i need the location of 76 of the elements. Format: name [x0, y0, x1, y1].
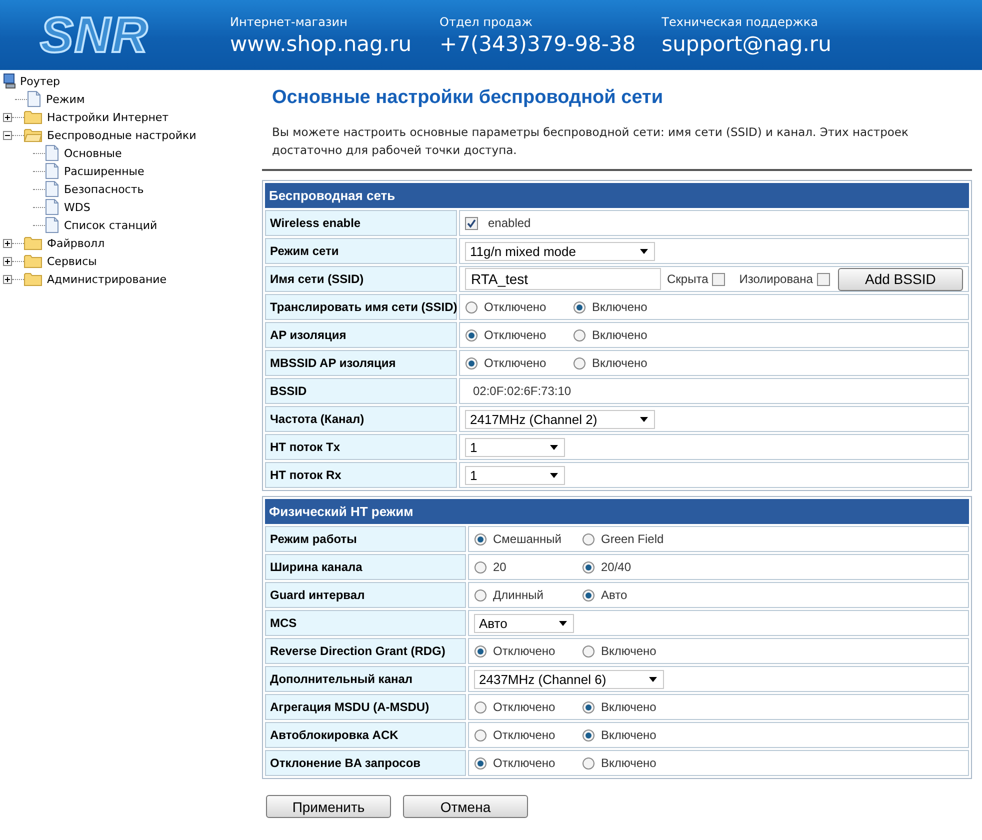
checkbox-label: Изолирована [739, 272, 813, 286]
radio-label: Смешанный [493, 532, 562, 546]
radio-label: Отключено [484, 356, 546, 370]
setting-label: MCS [265, 610, 466, 636]
radio-label: Отключено [484, 300, 546, 314]
setting-label: HT поток Rx [265, 462, 457, 488]
setting-label: Агрегация MSDU (A-MSDU) [265, 694, 466, 720]
radio-label: Включено [592, 356, 648, 370]
setting-label: Режим сети [265, 238, 457, 264]
tree-item[interactable]: Безопасность [64, 182, 144, 196]
radio-label: 20/40 [601, 560, 632, 574]
tree-item[interactable]: Расширенные [64, 164, 144, 178]
setting-label: HT поток Tx [265, 434, 457, 460]
setting-label: Режим работы [265, 526, 466, 552]
dropdown[interactable]: 2437MHz (Channel 6) [474, 670, 664, 688]
radio-label: 20 [493, 560, 506, 574]
contact-value: support@nag.ru [662, 32, 832, 56]
radio-label: Включено [592, 328, 648, 342]
radio-label: Отключено [484, 328, 546, 342]
dropdown[interactable]: Авто [474, 614, 574, 632]
dropdown[interactable]: 1 [465, 438, 565, 456]
setting-label: Дополнительный канал [265, 666, 466, 692]
radio-label: Включено [601, 700, 656, 714]
setting-label: Отклонение BA запросов [265, 750, 466, 776]
ssid-input[interactable]: RTA_test [465, 268, 661, 290]
bssid-value: 02:0F:02:6F:73:10 [473, 384, 572, 398]
contact-value: +7(343)379-98-38 [440, 32, 636, 56]
setting-label: Частота (Канал) [265, 406, 457, 432]
setting-label: Wireless enable [265, 210, 457, 236]
setting-label: Ширина канала [265, 554, 466, 580]
section-header: Физический HT режим [265, 499, 969, 524]
contact-label: Отдел продаж [440, 14, 534, 28]
setting-label: MBSSID AP изоляция [265, 350, 457, 376]
radio-label: Отключено [493, 756, 556, 770]
tree-item[interactable]: Основные [64, 146, 122, 160]
page-description: Вы можете настроить основные параметры беспроводной сети: имя сети (SSID) и канал. Этих настроек достаточно для рабочей точки доступа. [272, 124, 910, 159]
setting-label: Guard интервал [265, 582, 466, 608]
tree-item[interactable]: Беспроводные настройки [47, 128, 196, 142]
radio-label: Включено [592, 300, 648, 314]
logo: SNR [40, 7, 150, 63]
tree-item[interactable]: Администрирование [47, 272, 167, 286]
radio-label: Green Field [601, 532, 664, 546]
contact-label: Интернет-магазин [230, 14, 348, 28]
setting-label: Reverse Direction Grant (RDG) [265, 638, 466, 664]
checkbox-label: enabled [488, 216, 531, 230]
dropdown[interactable]: 2417MHz (Channel 2) [465, 410, 655, 428]
section-header: Беспроводная сеть [265, 183, 969, 208]
contact-label: Техническая поддержка [662, 14, 819, 28]
radio-label: Длинный [493, 588, 544, 602]
dropdown[interactable]: 1 [465, 466, 565, 484]
radio-label: Включено [601, 728, 656, 742]
radio-label: Отключено [493, 644, 556, 658]
setting-label: AP изоляция [265, 322, 457, 348]
tree-item[interactable]: Сервисы [47, 254, 97, 268]
radio-label: Авто [601, 588, 628, 602]
cancel-button[interactable]: Отмена [403, 795, 528, 818]
setting-label: Транслировать имя сети (SSID) [265, 294, 457, 320]
radio-label: Отключено [493, 728, 556, 742]
contact-value: www.shop.nag.ru [230, 32, 412, 56]
setting-label: Автоблокировка ACK [265, 722, 466, 748]
checkbox-label: Скрыта [667, 272, 708, 286]
radio-label: Отключено [493, 700, 556, 714]
radio-label: Включено [601, 756, 656, 770]
apply-button[interactable]: Применить [266, 795, 391, 818]
radio-label: Включено [601, 644, 656, 658]
page-title: Основные настройки беспроводной сети [272, 87, 664, 109]
setting-label: BSSID [265, 378, 457, 404]
setting-label: Имя сети (SSID) [265, 266, 457, 292]
tree-item[interactable]: Список станций [64, 218, 158, 232]
dropdown[interactable]: 11g/n mixed mode [465, 242, 655, 260]
tree-item[interactable]: Режим [46, 92, 85, 106]
tree-item[interactable]: Настройки Интернет [47, 110, 169, 124]
tree-item[interactable]: WDS [64, 200, 90, 214]
tree-item[interactable]: Файрволл [47, 236, 105, 250]
tree-item[interactable]: Роутер [20, 74, 60, 88]
add-bssid-button[interactable]: Add BSSID [838, 268, 963, 290]
